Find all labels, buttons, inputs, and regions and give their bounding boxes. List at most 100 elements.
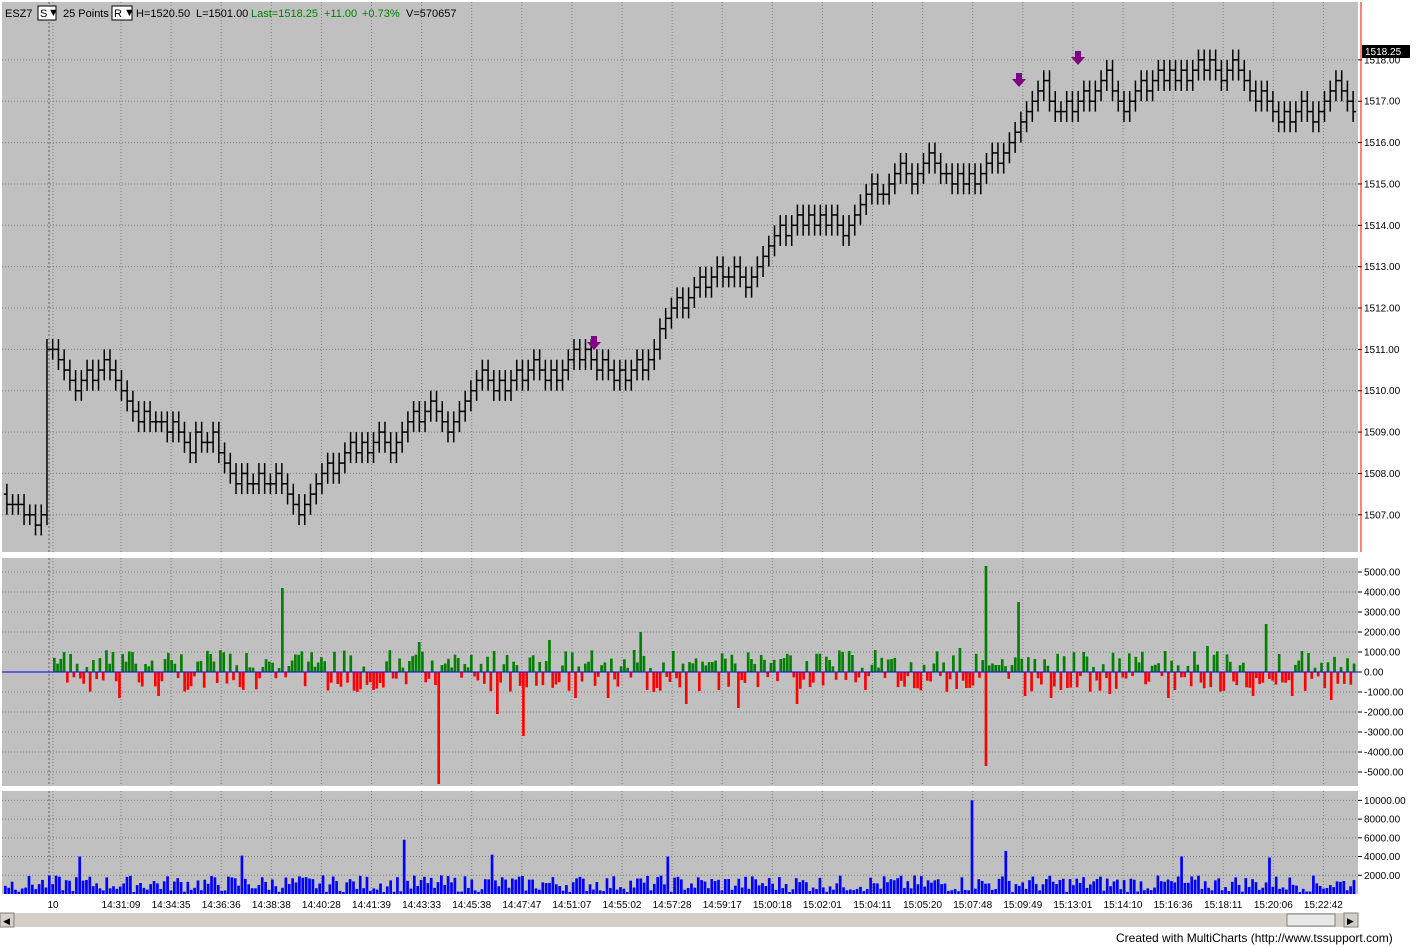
volume-bar [1244, 878, 1248, 894]
delta-bar [1046, 665, 1050, 672]
volume-bar [737, 878, 741, 894]
delta-bar [417, 642, 421, 672]
delta-bar [795, 672, 799, 704]
volume-bar [592, 889, 595, 894]
delta-bar [987, 665, 991, 672]
volume-bar [761, 883, 764, 894]
volume-bar [389, 880, 392, 894]
horizontal-scrollbar[interactable]: ◀ ▶ [0, 912, 1359, 928]
volume-bar [132, 891, 136, 894]
high-value: H=1520.50 [136, 8, 190, 20]
delta-bar [1026, 657, 1030, 672]
volume-bar [487, 879, 491, 894]
delta-bar [678, 672, 682, 688]
delta-bar [1196, 664, 1200, 672]
delta-bar [1108, 672, 1112, 694]
delta-bar [926, 672, 929, 681]
delta-bar [1101, 664, 1105, 672]
delta-bar [518, 672, 522, 686]
delta-bar [1176, 665, 1180, 672]
symbol-label: ESZ7 [5, 8, 33, 20]
volume-bar [696, 877, 700, 894]
volume-bar [1271, 886, 1275, 894]
volume-bar [230, 877, 234, 894]
volume-bar [707, 888, 710, 894]
delta-bar [893, 657, 897, 672]
delta-bar [1059, 672, 1063, 690]
y-tick-label: 1514.00 [1364, 221, 1401, 232]
delta-bar [867, 672, 871, 677]
delta-bar [346, 672, 349, 683]
volume-bar [1055, 884, 1058, 894]
delta-bar [662, 662, 665, 672]
scroll-thumb[interactable] [1286, 913, 1336, 927]
change-pct-value: +0.73% [362, 8, 400, 20]
volume-bar [1237, 884, 1241, 894]
x-tick-label: 15:13:01 [1053, 900, 1092, 911]
volume-bar [500, 877, 504, 894]
volume-bar [615, 889, 619, 894]
volume-bar [889, 879, 893, 894]
delta-bar [688, 662, 691, 672]
delta-bar [342, 650, 346, 672]
volume-bar [872, 883, 876, 894]
delta-bar [1020, 658, 1024, 672]
volume-bar [494, 880, 497, 894]
last-value: Last=1518.25 [251, 8, 318, 20]
delta-bar [681, 663, 685, 672]
delta-bar [313, 666, 317, 672]
delta-bar [1056, 653, 1059, 672]
x-tick-label: 14:59:17 [703, 900, 742, 911]
delta-bar [1245, 672, 1248, 688]
delta-bar [668, 672, 672, 682]
delta-bar [1160, 672, 1164, 677]
x-tick-label: 15:04:11 [853, 900, 892, 911]
delta-bar [290, 660, 294, 672]
volume-bar [51, 884, 54, 894]
x-tick-label: 14:31:09 [102, 900, 141, 911]
delta-bar [691, 663, 695, 672]
delta-bar [1215, 651, 1219, 672]
volume-bar [723, 879, 727, 894]
delta-bar [1010, 665, 1014, 672]
delta-bar [424, 672, 428, 683]
volume-bar [1014, 884, 1018, 894]
x-tick-label: 15:18:11 [1204, 900, 1243, 911]
delta-bar [626, 667, 629, 672]
volume-bar [1210, 890, 1214, 894]
volume-bar [179, 882, 183, 894]
volume-bar [433, 887, 436, 894]
delta-bar [782, 658, 786, 672]
delta-bar [1066, 672, 1069, 689]
y-tick-label: -2000.00 [1364, 708, 1404, 719]
delta-bar [1173, 672, 1177, 690]
volume-bar [1102, 890, 1106, 894]
delta-bar [707, 662, 711, 672]
delta-bar [851, 654, 854, 672]
volume-bar [815, 889, 818, 894]
delta-bar [411, 656, 414, 672]
volume-bar [527, 879, 531, 894]
y-tick-label: 2000.00 [1364, 628, 1401, 639]
delta-bar [1232, 672, 1235, 682]
delta-bar [870, 664, 874, 672]
volume-bar [1173, 882, 1177, 894]
volume-bar [1193, 879, 1197, 894]
volume-bar [183, 891, 186, 894]
delta-bar [1274, 672, 1278, 685]
delta-bar [551, 672, 555, 688]
volume-bar [554, 884, 558, 894]
delta-bar [408, 660, 411, 672]
delta-bar [95, 672, 99, 680]
delta-bar [1072, 652, 1076, 672]
delta-bar [375, 672, 379, 689]
delta-bar [1131, 672, 1134, 677]
volume-bar [223, 890, 227, 894]
delta-bar [525, 672, 528, 688]
volume-bar [923, 886, 927, 894]
delta-bar [577, 666, 581, 672]
last-price-label: 1518.25 [1365, 47, 1402, 58]
volume-bar [467, 887, 470, 894]
delta-bar [948, 672, 952, 680]
x-tick-label: 15:07:48 [953, 900, 992, 911]
